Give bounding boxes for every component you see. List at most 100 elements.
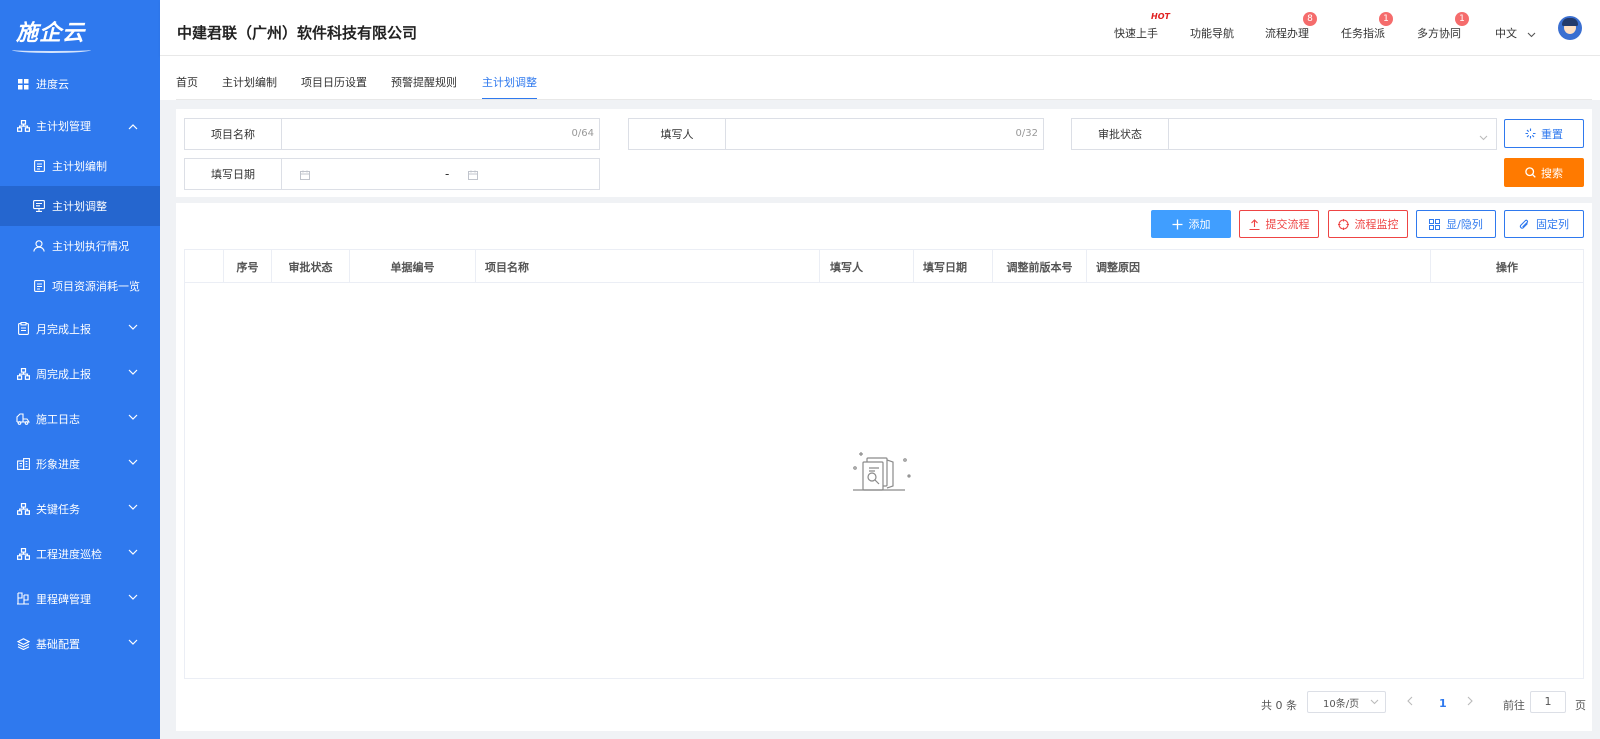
project-name-input[interactable]: 0/64: [282, 119, 599, 149]
sidebar-item-label: 主计划执行情况: [52, 240, 129, 253]
link-label: 功能导航: [1190, 27, 1234, 40]
link-label: 多方协同: [1417, 27, 1461, 40]
col-header[interactable]: 序号: [224, 250, 272, 283]
sidebar-group-master-plan[interactable]: 主计划管理: [0, 106, 160, 146]
sidebar-group-monthly-report[interactable]: 月完成上报: [0, 306, 160, 351]
avatar[interactable]: [1558, 16, 1582, 40]
chevron-down-icon: [1479, 130, 1488, 144]
date-range-input[interactable]: -: [282, 159, 599, 189]
page-size-select[interactable]: 10条/页: [1307, 691, 1386, 713]
count-badge: 8: [1303, 12, 1317, 26]
search-button[interactable]: 搜索: [1504, 158, 1584, 187]
goto-page-input[interactable]: 1: [1530, 691, 1566, 713]
col-header[interactable]: 审批状态: [272, 250, 350, 283]
sidebar-group-label: 基础配置: [36, 637, 80, 651]
link-label: 快速上手: [1114, 27, 1158, 40]
sidebar-group-weekly-report[interactable]: 周完成上报: [0, 351, 160, 396]
sidebar-group-label: 施工日志: [36, 412, 80, 426]
pagination: 共 0 条 10条/页 1 前往 1 页: [176, 679, 1592, 719]
add-button[interactable]: 添加: [1151, 210, 1231, 238]
total-count: 共 0 条: [1261, 699, 1297, 712]
col-header[interactable]: 填写日期: [914, 250, 993, 283]
calendar-icon: [300, 169, 310, 183]
col-header[interactable]: 项目名称: [476, 250, 820, 283]
tab-home[interactable]: 首页: [176, 74, 198, 90]
tab-calendar-settings[interactable]: 项目日历设置: [301, 74, 367, 90]
function-nav-link[interactable]: 功能导航: [1190, 25, 1234, 41]
char-count: 0/32: [1015, 128, 1038, 139]
filter-label: 填写人: [629, 119, 726, 149]
sidebar-group-key-tasks[interactable]: 关键任务: [0, 486, 160, 531]
process-monitor-button[interactable]: 流程监控: [1328, 210, 1408, 238]
chevron-down-icon: [128, 410, 138, 423]
sidebar-item-plan-adjust[interactable]: 主计划调整: [0, 186, 160, 226]
next-page-button[interactable]: [1467, 696, 1474, 709]
sidebar-group-label: 主计划管理: [36, 120, 91, 133]
sidebar-group-base-config[interactable]: 基础配置: [0, 621, 160, 666]
fix-columns-button[interactable]: 固定列: [1504, 210, 1584, 238]
sidebar-group-image-progress[interactable]: 形象进度: [0, 441, 160, 486]
tab-warning-rules[interactable]: 预警提醒规则: [391, 74, 457, 90]
col-header[interactable]: 单据编号: [350, 250, 476, 283]
toggle-columns-button[interactable]: 显/隐列: [1416, 210, 1496, 238]
sidebar-group-label: 工程进度巡检: [36, 547, 102, 561]
chevron-down-icon: [128, 455, 138, 468]
col-checkbox[interactable]: [185, 250, 224, 283]
chevron-down-icon: [1370, 697, 1379, 708]
page-number[interactable]: 1: [1439, 697, 1447, 710]
writer-input[interactable]: 0/32: [726, 119, 1043, 149]
link-label: 任务指派: [1341, 27, 1385, 40]
sitemap-icon: [16, 119, 30, 133]
plus-icon: [1172, 219, 1183, 230]
process-handling-link[interactable]: 流程办理 8: [1265, 12, 1317, 41]
sidebar: 施企云 进度云 主计划管理 主计划编制 主计划调整 主计划执行情况 项目资源消耗…: [0, 0, 160, 739]
button-label: 重置: [1541, 127, 1563, 141]
clipboard-icon: [16, 322, 30, 336]
language-label: 中文: [1495, 27, 1517, 40]
empty-data-icon: [849, 450, 913, 500]
date-separator: -: [445, 167, 450, 181]
sidebar-group-progress-inspection[interactable]: 工程进度巡检: [0, 531, 160, 576]
sidebar-item-progress-cloud[interactable]: 进度云: [0, 62, 160, 106]
sidebar-item-label: 项目资源消耗一览: [52, 280, 140, 293]
goto-label: 前往: [1503, 699, 1525, 712]
filter-label: 填写日期: [185, 159, 282, 189]
sidebar-group-construction-log[interactable]: 施工日志: [0, 396, 160, 441]
sitemap-icon: [16, 547, 30, 561]
submit-process-button[interactable]: 提交流程: [1239, 210, 1319, 238]
tab-plan-compile[interactable]: 主计划编制: [222, 74, 277, 90]
reset-button[interactable]: 重置: [1504, 119, 1584, 148]
sidebar-group-milestone[interactable]: 里程碑管理: [0, 576, 160, 621]
sitemap-icon: [16, 502, 30, 516]
sidebar-item-label: 主计划编制: [52, 160, 107, 173]
milestone-icon: [16, 592, 30, 606]
top-header: 中建君联（广州）软件科技有限公司 快速上手 HOT 功能导航 流程办理 8 任务…: [160, 0, 1600, 56]
sidebar-item-plan-compile[interactable]: 主计划编制: [0, 146, 160, 186]
date-filter: 填写日期 -: [184, 158, 600, 190]
button-label: 提交流程: [1265, 218, 1310, 231]
logo[interactable]: 施企云: [0, 0, 160, 62]
logo-text: 施企云: [11, 15, 92, 53]
truck-icon: [16, 412, 30, 426]
col-header[interactable]: 填写人: [820, 250, 914, 283]
data-table: 序号 审批状态 单据编号 项目名称 填写人 填写日期 调整前版本号 调整原因 操…: [184, 249, 1584, 679]
status-select[interactable]: [1169, 119, 1496, 149]
task-assign-link[interactable]: 任务指派 1: [1341, 12, 1393, 41]
sidebar-item-plan-execution[interactable]: 主计划执行情况: [0, 226, 160, 266]
multi-collab-link[interactable]: 多方协同 1: [1417, 12, 1469, 41]
quick-start-link[interactable]: 快速上手 HOT: [1114, 12, 1170, 41]
language-selector[interactable]: 中文: [1495, 25, 1536, 41]
crosshair-icon: [1337, 218, 1349, 230]
col-header[interactable]: 调整前版本号: [993, 250, 1087, 283]
user-icon: [32, 239, 46, 253]
chevron-down-icon: [128, 320, 138, 333]
count-badge: 1: [1379, 12, 1393, 26]
chevron-down-icon: [128, 365, 138, 378]
col-header[interactable]: 调整原因: [1087, 250, 1431, 283]
sidebar-item-resource-consumption[interactable]: 项目资源消耗一览: [0, 266, 160, 306]
tab-plan-adjust[interactable]: 主计划调整: [482, 74, 537, 100]
prev-page-button[interactable]: [1406, 696, 1413, 709]
col-header[interactable]: 操作: [1431, 250, 1583, 283]
status-filter: 审批状态: [1071, 118, 1497, 150]
page-tabs: 首页 主计划编制 项目日历设置 预警提醒规则 主计划调整: [160, 56, 1600, 100]
